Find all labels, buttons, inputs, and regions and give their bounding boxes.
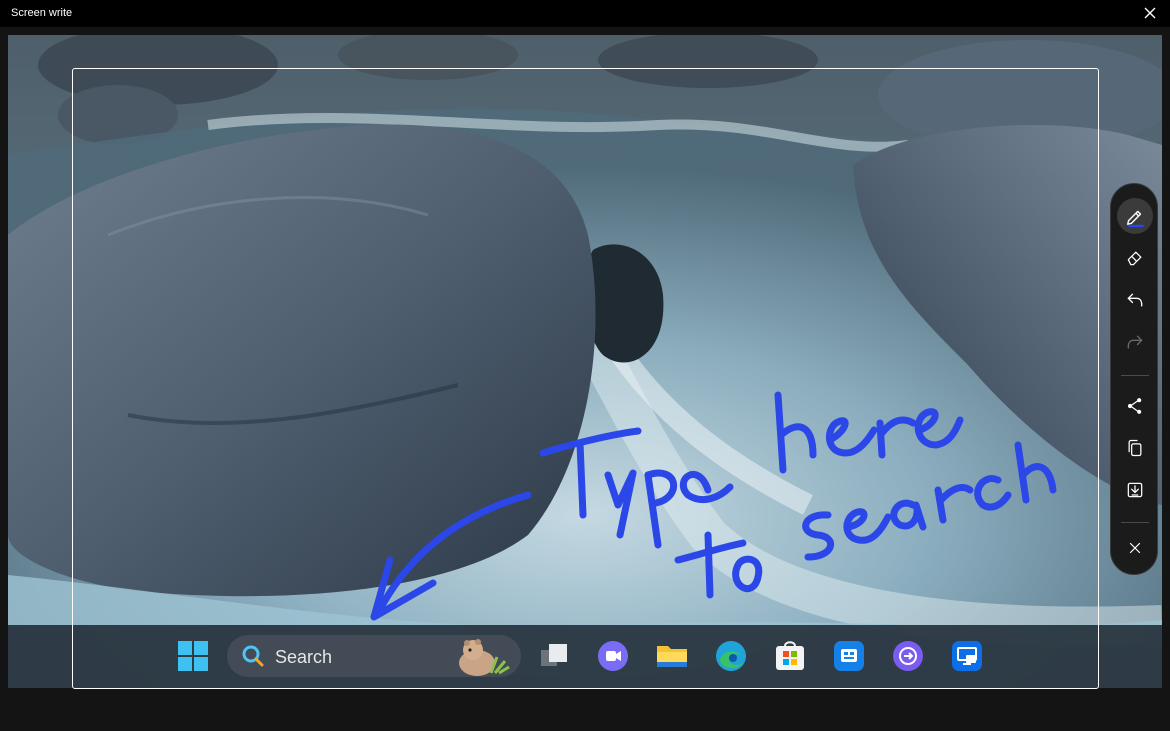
copy-icon	[1128, 439, 1142, 457]
arrow-stroke	[374, 491, 532, 617]
search-label: Search	[275, 647, 333, 667]
windows-start-icon[interactable]	[177, 640, 209, 672]
teams-chat-icon[interactable]	[597, 640, 629, 672]
file-explorer-icon[interactable]	[656, 640, 688, 672]
microsoft-store-icon[interactable]	[774, 640, 806, 672]
copy-button[interactable]	[1117, 430, 1153, 466]
undo-button[interactable]	[1117, 282, 1153, 318]
toolbar-divider	[1121, 375, 1149, 376]
toolbar-divider	[1121, 522, 1149, 523]
close-icon	[1129, 542, 1141, 554]
app-icon-blue[interactable]	[833, 640, 865, 672]
ink-toolbar	[1110, 183, 1158, 575]
remote-desktop-icon[interactable]	[951, 640, 983, 672]
eraser-tool-button[interactable]	[1117, 240, 1153, 276]
search-icon	[242, 645, 264, 667]
handwriting-ink	[370, 391, 1057, 621]
window-title: Screen write	[11, 7, 73, 19]
save-button[interactable]	[1117, 472, 1153, 508]
taskbar-search-box[interactable]: Search	[227, 635, 521, 677]
redo-button[interactable]	[1117, 324, 1153, 360]
screenshot-canvas[interactable]: Search	[8, 35, 1162, 688]
redo-icon	[1127, 335, 1143, 349]
pen-tool-button[interactable]	[1117, 198, 1153, 234]
app-icon-purple[interactable]	[892, 640, 924, 672]
search-highlight-icon	[459, 639, 510, 676]
share-button[interactable]	[1117, 388, 1153, 424]
pen-icon	[1126, 210, 1144, 227]
edge-browser-icon[interactable]	[715, 640, 747, 672]
captured-taskbar: Search	[8, 625, 1162, 688]
share-icon	[1127, 398, 1142, 414]
task-view-icon[interactable]	[538, 640, 570, 672]
title-bar: Screen write	[0, 0, 1170, 27]
undo-icon	[1127, 293, 1143, 307]
save-icon	[1127, 482, 1143, 498]
close-screen-write-button[interactable]	[1117, 530, 1153, 566]
close-window-icon[interactable]	[1142, 5, 1158, 21]
eraser-icon	[1127, 251, 1142, 266]
